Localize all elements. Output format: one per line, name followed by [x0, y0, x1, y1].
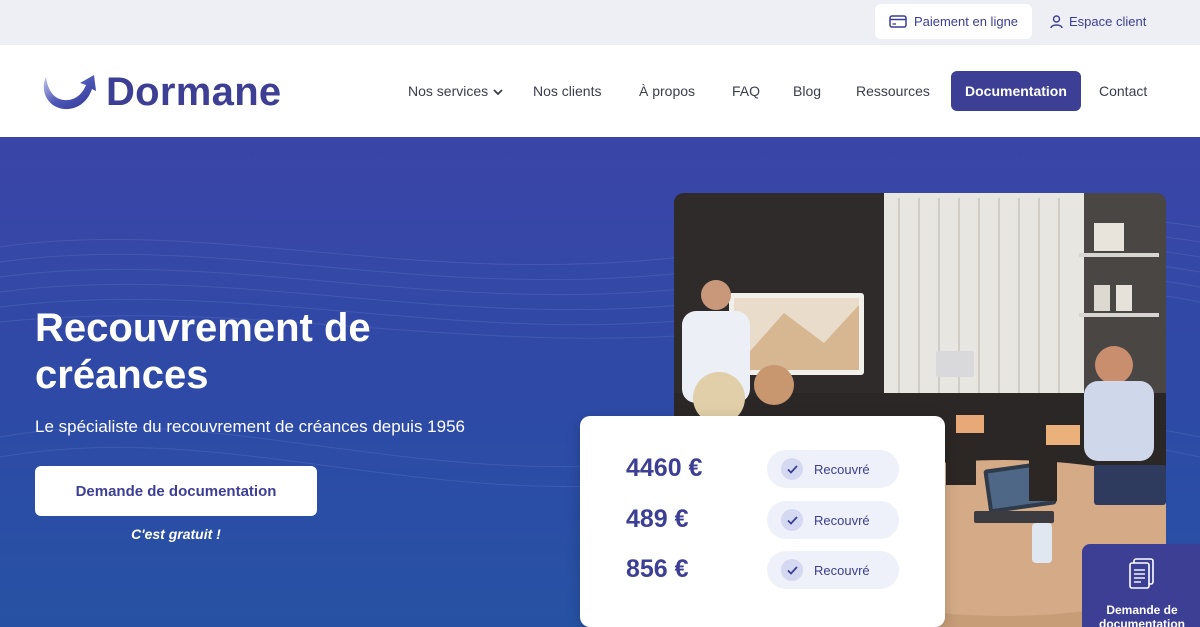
status-badge: Recouvré [767, 450, 899, 488]
user-icon [1050, 14, 1063, 29]
stat-row: 856 € Recouvré [580, 551, 945, 591]
client-area-link[interactable]: Espace client [1050, 4, 1146, 39]
nav-item-label: Blog [793, 83, 822, 99]
nav-item-resources[interactable]: Ressources [856, 71, 930, 111]
online-payment-button[interactable]: Paiement en ligne [875, 4, 1032, 39]
nav-item-blog[interactable]: Blog [793, 71, 821, 111]
floating-button-label: Demande de documentation [1099, 603, 1185, 627]
status-label: Recouvré [814, 512, 870, 528]
nav-item-label: À propos [639, 83, 696, 99]
client-area-label: Espace client [1069, 14, 1147, 29]
credit-card-icon [889, 15, 907, 28]
nav-item-faq[interactable]: FAQ [732, 71, 760, 111]
documentation-request-button[interactable]: Demande de documentation [35, 466, 317, 516]
site-header: Dormane Nos services Nos clients À propo… [0, 45, 1200, 137]
stat-row: 4460 € Recouvré [580, 450, 945, 490]
document-icon [1129, 558, 1155, 595]
check-icon [781, 458, 803, 480]
nav-item-label: Nos services [408, 83, 489, 99]
nav-item-documentation[interactable]: Documentation [951, 71, 1081, 111]
nav-item-contact[interactable]: Contact [1099, 71, 1147, 111]
online-payment-label: Paiement en ligne [913, 14, 1019, 29]
status-badge: Recouvré [767, 501, 899, 539]
hero-subtitle: Le spécialiste du recouvrement de créanc… [35, 417, 465, 436]
status-label: Recouvré [814, 461, 870, 477]
free-note: C'est gratuit ! [131, 526, 221, 542]
hero-title: Recouvrement de créances [35, 306, 371, 397]
status-badge: Recouvré [767, 551, 899, 589]
main-nav: Nos services Nos clients À propos FAQ Bl… [0, 71, 1200, 111]
floating-documentation-button[interactable]: Demande de documentation [1082, 544, 1200, 627]
stat-amount: 4460 € [626, 454, 703, 482]
stat-amount: 489 € [626, 505, 689, 533]
nav-item-services[interactable]: Nos services [408, 71, 503, 111]
top-bar: Paiement en ligne Espace client [0, 0, 1200, 45]
nav-item-label: Documentation [965, 83, 1067, 99]
nav-item-clients[interactable]: Nos clients [533, 71, 601, 111]
check-icon [781, 559, 803, 581]
nav-item-label: Contact [1099, 83, 1148, 99]
nav-item-about[interactable]: À propos [639, 71, 695, 111]
nav-item-label: Nos clients [533, 83, 602, 99]
status-label: Recouvré [814, 562, 870, 578]
nav-item-label: Ressources [856, 83, 930, 99]
recovery-stats-card: 4460 € Recouvré 489 € Recouvré 856 € Rec… [580, 416, 945, 627]
chevron-down-icon [493, 83, 503, 99]
stat-amount: 856 € [626, 555, 689, 583]
stat-row: 489 € Recouvré [580, 501, 945, 541]
hero-section: Recouvrement de créances Le spécialiste … [0, 137, 1200, 627]
check-icon [781, 509, 803, 531]
nav-item-label: FAQ [732, 83, 761, 99]
